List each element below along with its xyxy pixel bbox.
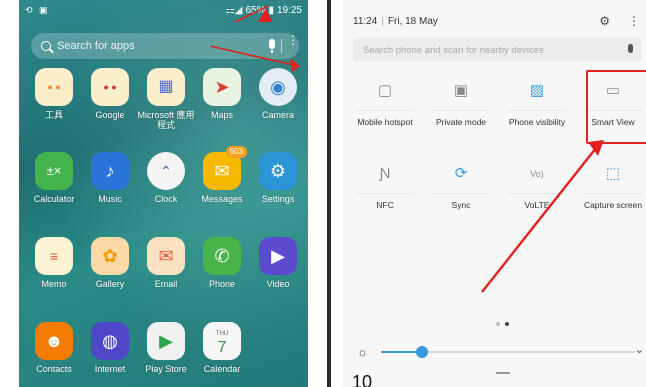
annotation-arrows [209, 5, 604, 293]
screenshot-composite: ⟲ ▣ ⚏◢ 65% ▮ 19:25 Search for apps ⋮ ● ●… [0, 0, 646, 387]
arrow-to-smart-view [481, 140, 604, 293]
arrow-to-search-mic [234, 5, 272, 23]
arrow-to-more-options [209, 45, 300, 72]
